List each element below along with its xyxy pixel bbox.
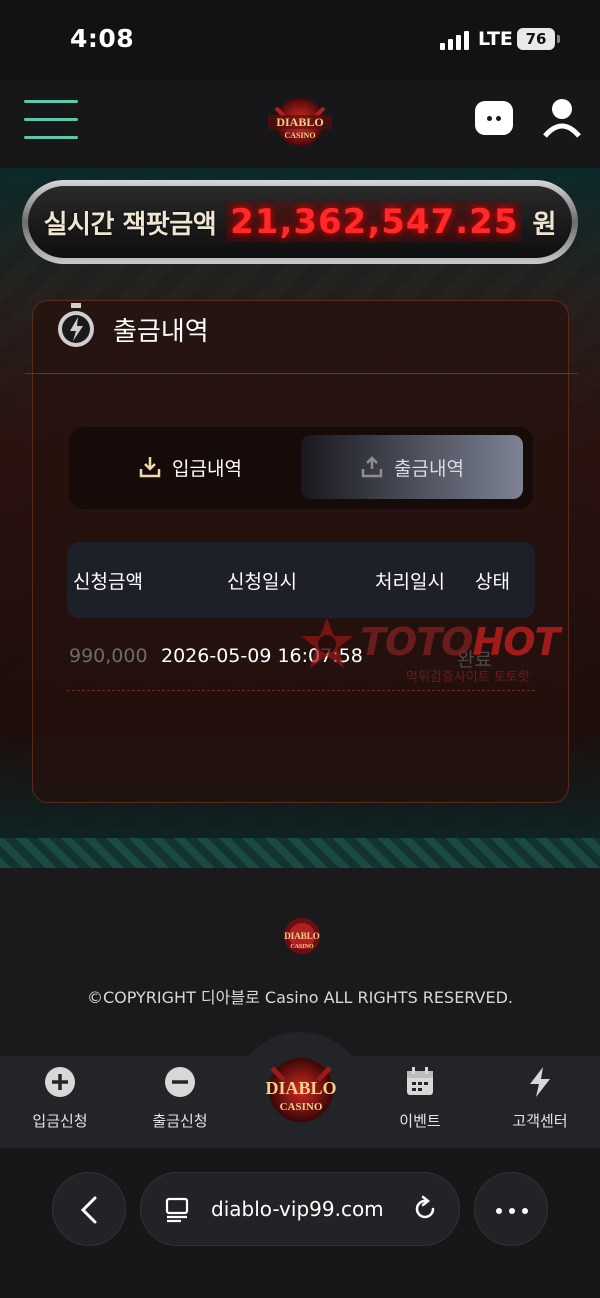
status-bar: 4:08 LTE 76 xyxy=(0,0,600,80)
nav-events[interactable]: 이벤트 xyxy=(365,1066,475,1131)
minus-circle-icon xyxy=(165,1067,195,1097)
panel-title: 출금내역 xyxy=(113,317,209,347)
browser-toolbar: diablo-vip99.com xyxy=(0,1148,600,1298)
svg-text:DIABLO: DIABLO xyxy=(276,115,323,129)
jackpot-label: 실시간 잭팟금액 xyxy=(43,209,217,240)
nav-label: 입금신청 xyxy=(32,1112,88,1130)
panel-divider xyxy=(25,373,578,374)
history-tabs: 입금내역 출금내역 xyxy=(69,427,533,509)
watermark-text: TOTOHOT xyxy=(360,620,560,664)
tab-deposit-history[interactable]: 입금내역 xyxy=(79,435,301,499)
watermark-subtext: 먹튀검증사이트 토토핫 xyxy=(406,670,530,685)
svg-text:DIABLO: DIABLO xyxy=(265,1078,336,1098)
nav-home-logo[interactable]: DIABLO CASINO xyxy=(252,1048,350,1132)
top-header: DIABLO CASINO xyxy=(0,80,600,168)
browser-back-button[interactable] xyxy=(52,1172,126,1246)
status-time: 4:08 xyxy=(70,24,135,53)
reload-icon[interactable] xyxy=(411,1195,439,1223)
svg-text:CASINO: CASINO xyxy=(290,944,314,950)
nav-withdrawal-request[interactable]: 출금신청 xyxy=(125,1066,235,1131)
jackpot-banner: 실시간 잭팟금액 21,362,547.25 원 xyxy=(22,180,578,264)
site-footer: DIABLO CASINO ©COPYRIGHT 디아블로 Casino ALL… xyxy=(0,868,600,1056)
tab-withdrawal-history[interactable]: 출금내역 xyxy=(301,435,523,499)
calendar-icon xyxy=(407,1067,433,1095)
footer-logo: DIABLO CASINO xyxy=(284,918,320,954)
col-status: 상태 xyxy=(475,571,510,593)
svg-text:CASINO: CASINO xyxy=(280,1101,323,1113)
row-amount: 990,000 xyxy=(69,645,148,667)
upload-icon xyxy=(361,456,383,478)
diablo-casino-logo[interactable]: DIABLO CASINO xyxy=(258,90,342,156)
watermark-logo-icon xyxy=(301,618,353,668)
totohot-watermark: TOTOHOT 먹튀검증사이트 토토핫 xyxy=(296,614,596,694)
bottom-navigation: 입금신청 출금신청 DIABLO CASINO 이벤트 고객센터 xyxy=(0,1032,600,1148)
tab-withdrawal-label: 출금내역 xyxy=(394,457,464,480)
page-menu-icon xyxy=(165,1197,189,1223)
nav-customer-center[interactable]: 고객센터 xyxy=(485,1066,595,1131)
nav-label: 이벤트 xyxy=(399,1112,441,1130)
chat-icon[interactable] xyxy=(475,101,513,135)
signal-icon xyxy=(440,30,469,50)
browser-more-button[interactable] xyxy=(474,1172,548,1246)
jackpot-amount: 21,362,547.25 xyxy=(226,202,523,242)
chevron-left-icon xyxy=(80,1196,97,1224)
svg-text:CASINO: CASINO xyxy=(284,131,315,140)
plus-circle-icon xyxy=(45,1067,75,1097)
panel-header: 출금내역 xyxy=(33,301,568,373)
lightning-icon xyxy=(530,1067,550,1097)
battery-icon: 76 xyxy=(517,28,560,50)
address-bar[interactable]: diablo-vip99.com xyxy=(140,1172,460,1246)
stopwatch-icon xyxy=(58,303,94,347)
table-header: 신청금액 신청일시 처리일시 상태 xyxy=(67,542,535,618)
nav-label: 출금신청 xyxy=(152,1112,208,1130)
copyright-text: ©COPYRIGHT 디아블로 Casino ALL RIGHTS RESERV… xyxy=(86,988,514,1007)
download-icon xyxy=(139,457,161,478)
url-text: diablo-vip99.com xyxy=(211,1197,384,1221)
col-request-amount: 신청금액 xyxy=(73,571,143,593)
col-processed-date: 처리일시 xyxy=(375,571,445,593)
user-icon[interactable] xyxy=(543,98,581,138)
col-request-date: 신청일시 xyxy=(227,571,297,593)
tab-deposit-label: 입금내역 xyxy=(172,457,242,480)
withdrawal-history-panel: 출금내역 입금내역 출금내역 신청금액 신청일시 처리일시 상태 990,000… xyxy=(25,300,578,803)
network-label: LTE xyxy=(478,28,513,50)
nav-label: 고객센터 xyxy=(512,1112,568,1130)
svg-text:DIABLO: DIABLO xyxy=(284,931,320,941)
nav-deposit-request[interactable]: 입금신청 xyxy=(5,1066,115,1131)
hamburger-menu-icon[interactable] xyxy=(24,100,78,140)
jackpot-unit: 원 xyxy=(532,209,557,240)
